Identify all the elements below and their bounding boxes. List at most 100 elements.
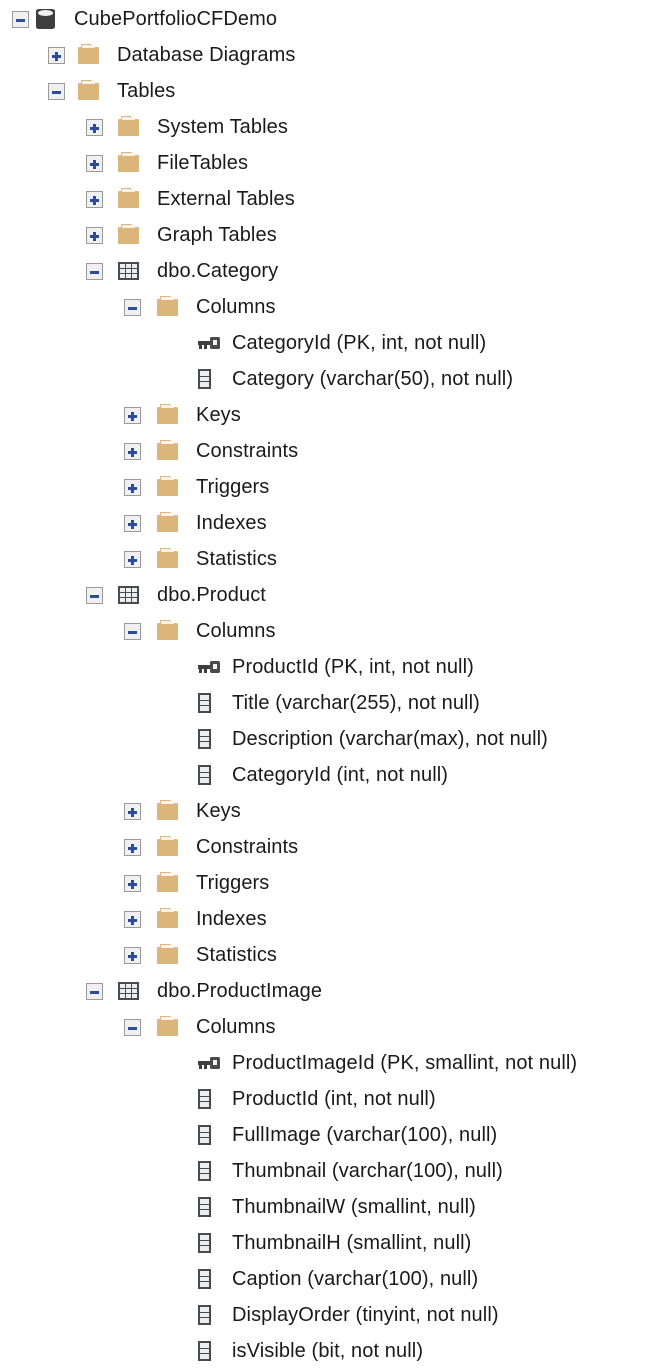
collapse-icon[interactable] [86, 263, 103, 280]
expand-icon[interactable] [124, 875, 141, 892]
tree-node-category-columns[interactable]: Columns [0, 289, 652, 325]
tree-node-label: Description (varchar(max), not null) [232, 728, 548, 750]
tree-node-column-isvisible[interactable]: isVisible (bit, not null) [0, 1333, 652, 1369]
collapse-icon[interactable] [48, 83, 65, 100]
tree-node-product-constraints[interactable]: Constraints [0, 829, 652, 865]
tree-node-column-category[interactable]: Category (varchar(50), not null) [0, 361, 652, 397]
expand-icon[interactable] [124, 515, 141, 532]
tree-node-category-statistics[interactable]: Statistics [0, 541, 652, 577]
tree-node-label: Title (varchar(255), not null) [232, 692, 480, 714]
collapse-icon[interactable] [86, 983, 103, 1000]
tree-node-label: Constraints [196, 836, 299, 858]
folder-icon [157, 836, 178, 856]
tree-node-label: dbo.ProductImage [157, 980, 323, 1002]
key-icon [198, 661, 220, 675]
folder-icon [157, 440, 178, 460]
folder-icon [157, 800, 178, 820]
tree-node-label: Keys [196, 800, 241, 822]
column-icon [198, 1197, 211, 1217]
expand-icon[interactable] [124, 443, 141, 460]
tree-node-product-columns[interactable]: Columns [0, 613, 652, 649]
folder-icon [78, 44, 99, 64]
tree-node-category-constraints[interactable]: Constraints [0, 433, 652, 469]
tree-node-tables[interactable]: Tables [0, 73, 652, 109]
tree-node-category-keys[interactable]: Keys [0, 397, 652, 433]
tree-node-column-productimageid[interactable]: ProductImageId (PK, smallint, not null) [0, 1045, 652, 1081]
folder-icon [157, 404, 178, 424]
column-icon [198, 1089, 211, 1109]
tree-node-label: Caption (varchar(100), null) [232, 1268, 479, 1290]
collapse-icon[interactable] [124, 623, 141, 640]
expand-icon[interactable] [124, 407, 141, 424]
collapse-icon[interactable] [12, 11, 29, 28]
expand-icon[interactable] [124, 947, 141, 964]
expand-icon[interactable] [86, 191, 103, 208]
tree-node-category-triggers[interactable]: Triggers [0, 469, 652, 505]
tree-node-label: System Tables [157, 116, 288, 138]
tree-node-column-displayorder[interactable]: DisplayOrder (tinyint, not null) [0, 1297, 652, 1333]
tree-node-external-tables[interactable]: External Tables [0, 181, 652, 217]
collapse-icon[interactable] [86, 587, 103, 604]
collapse-icon[interactable] [124, 299, 141, 316]
tree-node-column-description[interactable]: Description (varchar(max), not null) [0, 721, 652, 757]
table-icon [118, 982, 139, 1000]
column-icon [198, 1161, 211, 1181]
folder-icon [157, 872, 178, 892]
folder-icon [157, 1016, 178, 1036]
table-icon [118, 586, 139, 604]
tree-node-column-productimage-productid[interactable]: ProductId (int, not null) [0, 1081, 652, 1117]
expand-icon[interactable] [48, 47, 65, 64]
object-explorer-tree: CubePortfolioCFDemo Database Diagrams Tabl… [0, 0, 652, 1366]
tree-node-product-indexes[interactable]: Indexes [0, 901, 652, 937]
folder-icon [157, 476, 178, 496]
tree-node-product-triggers[interactable]: Triggers [0, 865, 652, 901]
tree-node-column-title[interactable]: Title (varchar(255), not null) [0, 685, 652, 721]
tree-node-table-dbo-product[interactable]: dbo.Product [0, 577, 652, 613]
tree-node-productimage-columns[interactable]: Columns [0, 1009, 652, 1045]
tree-node-column-thumbnailh[interactable]: ThumbnailH (smallint, null) [0, 1225, 652, 1261]
tree-node-table-dbo-productimage[interactable]: dbo.ProductImage [0, 973, 652, 1009]
expand-icon[interactable] [86, 155, 103, 172]
tree-node-column-thumbnail[interactable]: Thumbnail (varchar(100), null) [0, 1153, 652, 1189]
key-icon [198, 1057, 220, 1071]
tree-node-column-categoryid[interactable]: CategoryId (PK, int, not null) [0, 325, 652, 361]
expand-icon[interactable] [124, 911, 141, 928]
tree-node-column-caption[interactable]: Caption (varchar(100), null) [0, 1261, 652, 1297]
tree-node-product-keys[interactable]: Keys [0, 793, 652, 829]
column-icon [198, 1233, 211, 1253]
tree-node-graph-tables[interactable]: Graph Tables [0, 217, 652, 253]
tree-node-label: isVisible (bit, not null) [232, 1340, 424, 1362]
tree-node-label: Columns [196, 296, 276, 318]
tree-node-label: ThumbnailH (smallint, null) [232, 1232, 472, 1254]
folder-icon [157, 296, 178, 316]
tree-node-column-productid[interactable]: ProductId (PK, int, not null) [0, 649, 652, 685]
tree-node-label: CategoryId (int, not null) [232, 764, 449, 786]
tree-node-column-product-categoryid[interactable]: CategoryId (int, not null) [0, 757, 652, 793]
column-icon [198, 1125, 211, 1145]
tree-node-database-diagrams[interactable]: Database Diagrams [0, 37, 652, 73]
tree-node-product-statistics[interactable]: Statistics [0, 937, 652, 973]
tree-node-label: Triggers [196, 476, 270, 498]
expand-icon[interactable] [124, 839, 141, 856]
collapse-icon[interactable] [124, 1019, 141, 1036]
expand-icon[interactable] [86, 119, 103, 136]
expand-icon[interactable] [124, 551, 141, 568]
expand-icon[interactable] [86, 227, 103, 244]
tree-node-column-thumbnailw[interactable]: ThumbnailW (smallint, null) [0, 1189, 652, 1225]
tree-node-table-dbo-category[interactable]: dbo.Category [0, 253, 652, 289]
tree-node-column-fullimage[interactable]: FullImage (varchar(100), null) [0, 1117, 652, 1153]
tree-node-filetables[interactable]: FileTables [0, 145, 652, 181]
tree-node-label: Keys [196, 404, 241, 426]
folder-icon [157, 620, 178, 640]
expand-icon[interactable] [124, 479, 141, 496]
tree-node-system-tables[interactable]: System Tables [0, 109, 652, 145]
tree-node-database[interactable]: CubePortfolioCFDemo [0, 1, 652, 37]
folder-icon [78, 80, 99, 100]
tree-node-label: ProductId (PK, int, not null) [232, 656, 474, 678]
folder-icon [118, 116, 139, 136]
tree-node-label: Triggers [196, 872, 270, 894]
folder-icon [118, 188, 139, 208]
expand-icon[interactable] [124, 803, 141, 820]
tree-node-category-indexes[interactable]: Indexes [0, 505, 652, 541]
tree-node-label: dbo.Product [157, 584, 266, 606]
